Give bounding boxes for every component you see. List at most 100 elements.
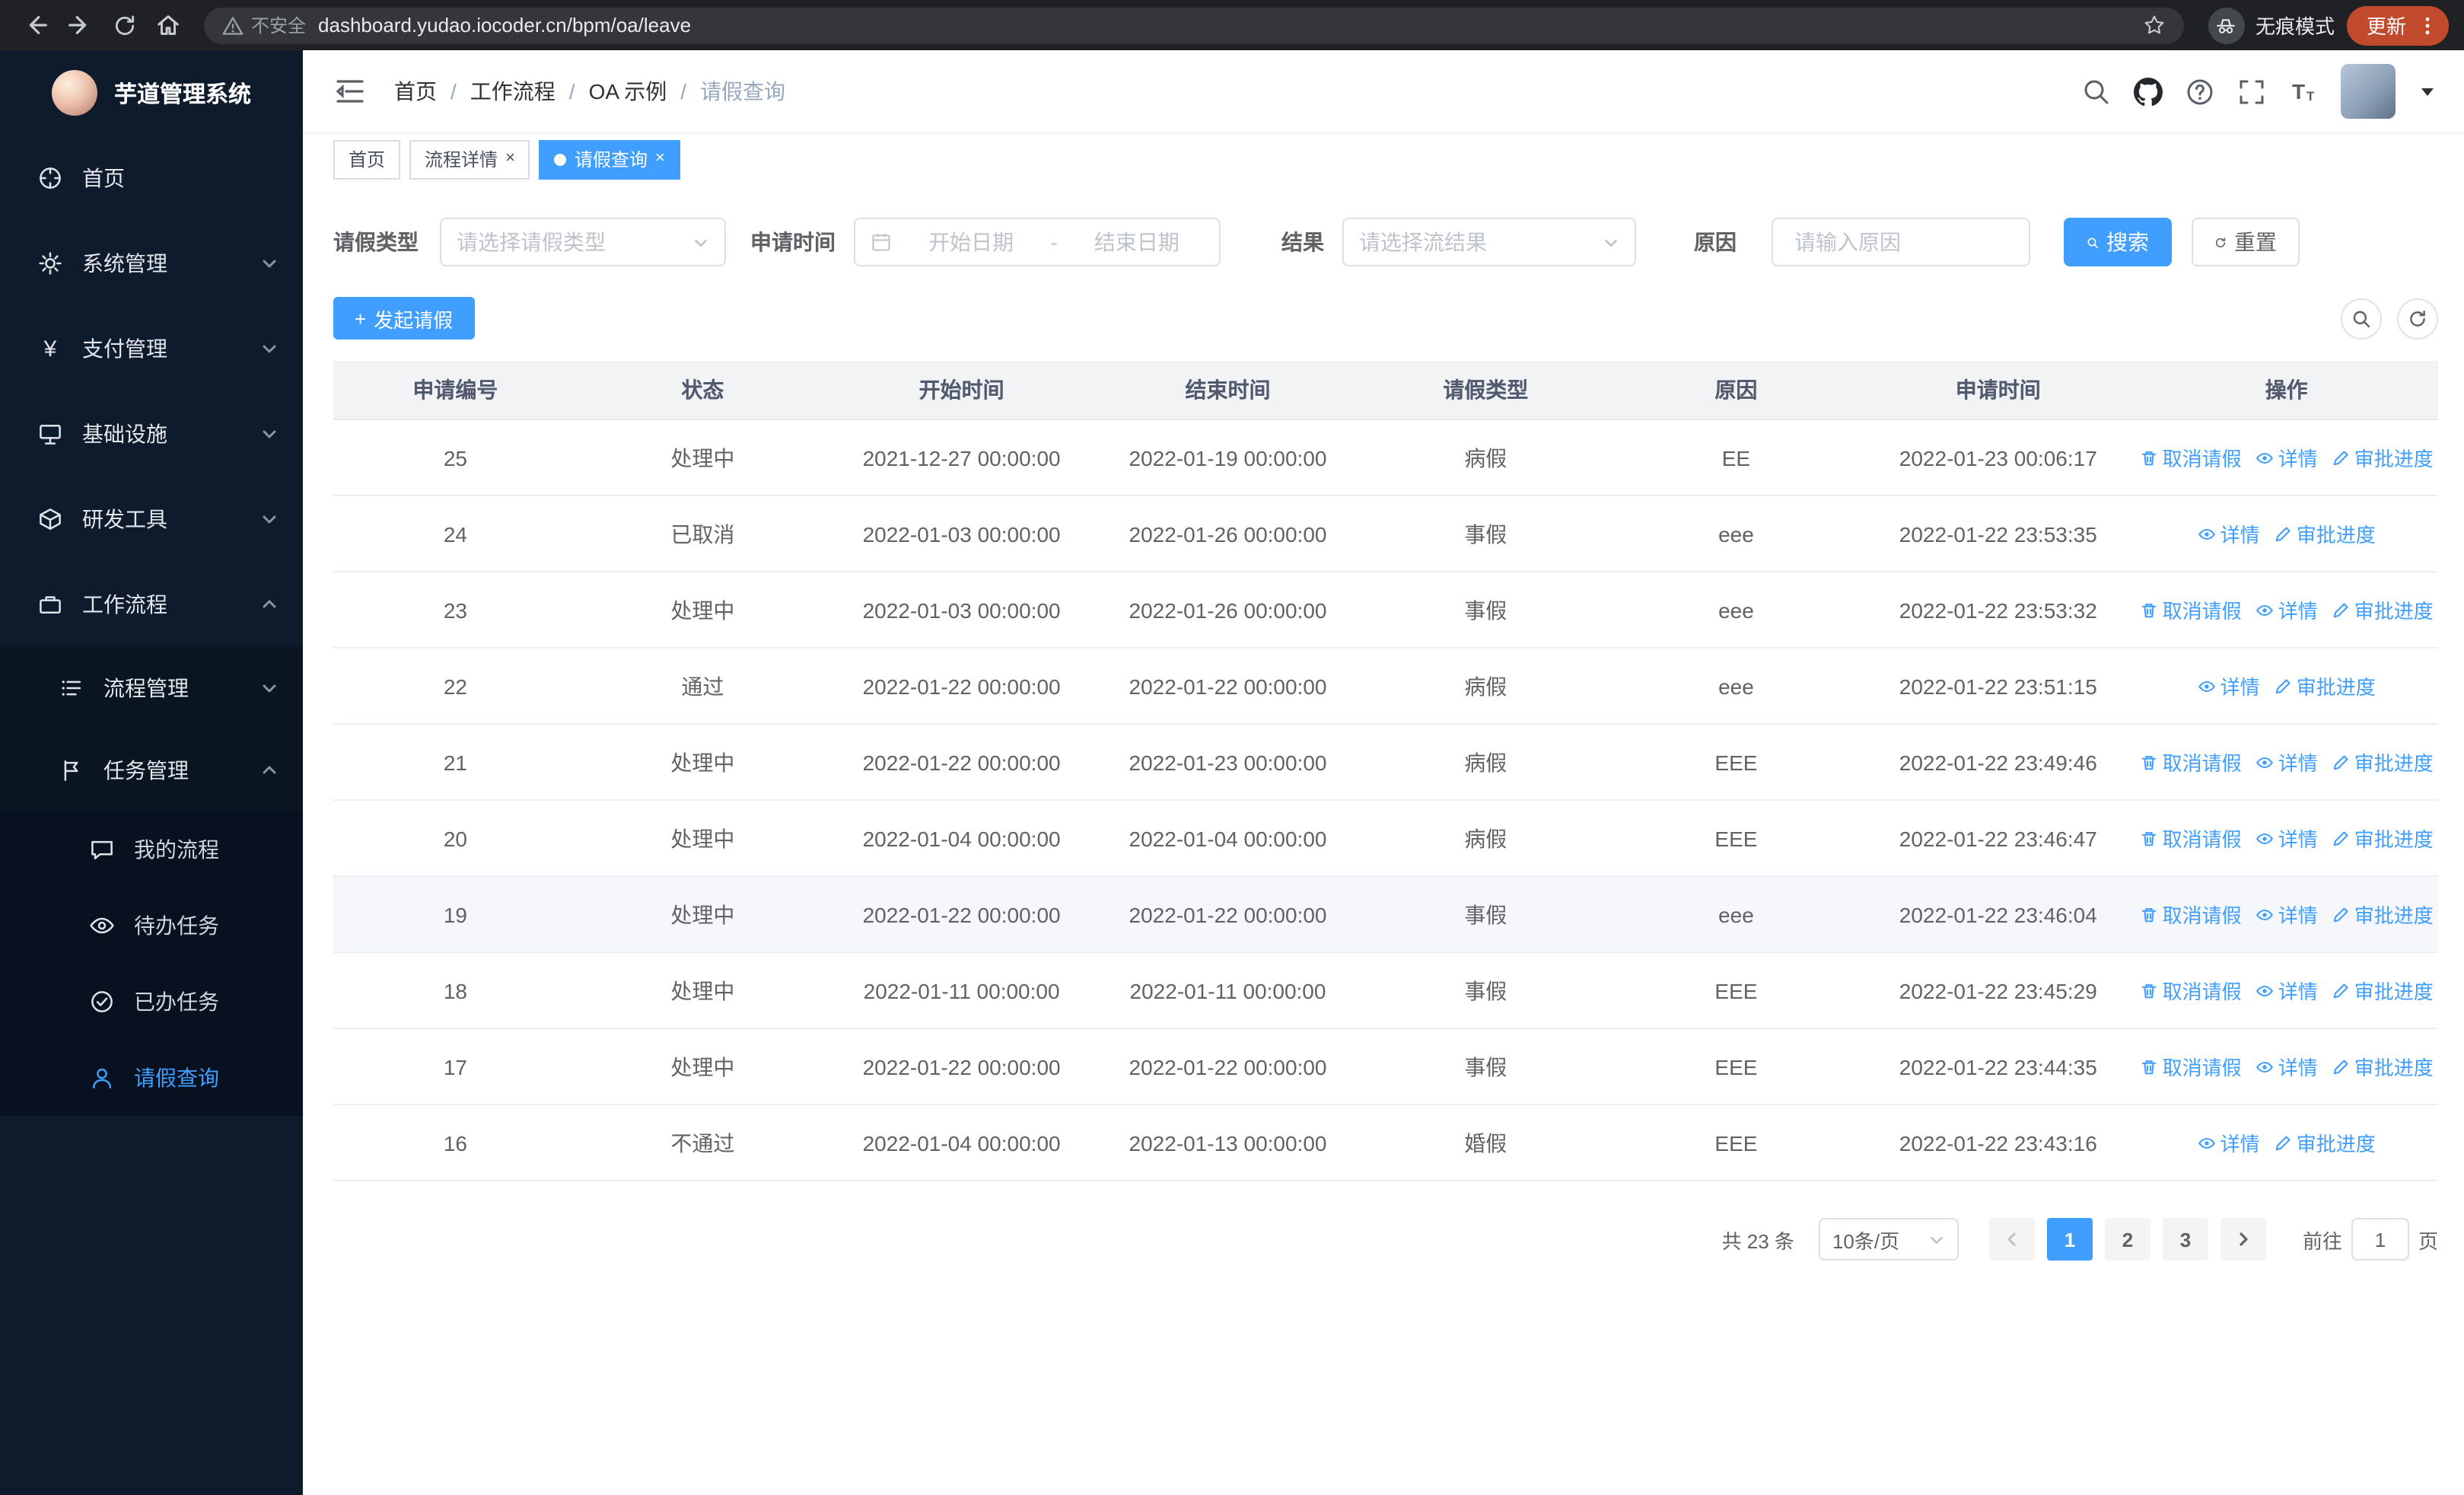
sidebar-item-infrastructure[interactable]: 基础设施 (0, 391, 303, 477)
audit-progress-link[interactable]: 审批进度 (2332, 1052, 2434, 1081)
reason-input[interactable] (1791, 228, 2010, 256)
sidebar-item-task-management[interactable]: 任务管理 (0, 729, 303, 811)
breadcrumb-item[interactable]: 首页 (394, 76, 437, 107)
table-cell: 2022-01-03 00:00:00 (862, 521, 1061, 546)
detail-link[interactable]: 详情 (2255, 1052, 2318, 1081)
kebab-menu-icon[interactable] (2417, 14, 2438, 36)
goto-page-input[interactable] (2351, 1218, 2409, 1261)
detail-link[interactable]: 详情 (2198, 1128, 2260, 1157)
delete-icon (2141, 755, 2156, 770)
user-menu-caret-icon[interactable] (2421, 88, 2434, 95)
detail-link[interactable]: 详情 (2198, 671, 2260, 700)
leave-type-select[interactable]: 请选择请假类型 (440, 218, 726, 266)
next-page-button[interactable] (2220, 1218, 2266, 1261)
audit-progress-link[interactable]: 审批进度 (2274, 1128, 2376, 1157)
forward-button[interactable] (59, 5, 100, 46)
user-avatar[interactable] (2341, 64, 2396, 119)
total-count: 共 23 条 (1721, 1229, 1794, 1252)
action-label: 审批进度 (2354, 904, 2434, 927)
refresh-icon (2215, 237, 2226, 247)
fullscreen-icon[interactable] (2237, 77, 2266, 106)
page-number-button[interactable]: 3 (2162, 1218, 2208, 1261)
sidebar-item-process-management[interactable]: 流程管理 (0, 647, 303, 729)
sidebar-item-done-tasks[interactable]: 已办任务 (0, 964, 303, 1040)
app-logo[interactable]: 芋道管理系统 (0, 50, 303, 135)
sidebar-item-system[interactable]: 系统管理 (0, 221, 303, 306)
audit-progress-link[interactable]: 审批进度 (2332, 443, 2434, 472)
font-size-icon[interactable]: TT (2289, 77, 2318, 106)
action-label: 取消请假 (2162, 448, 2242, 470)
cancel-leave-link[interactable]: 取消请假 (2140, 976, 2242, 1005)
audit-progress-link[interactable]: 审批进度 (2332, 595, 2434, 624)
back-button[interactable] (15, 5, 56, 46)
sidebar-item-my-processes[interactable]: 我的流程 (0, 811, 303, 888)
close-tab-icon[interactable]: × (505, 150, 515, 167)
search-icon[interactable] (2082, 77, 2111, 106)
view-icon (2198, 1136, 2215, 1149)
cancel-leave-link[interactable]: 取消请假 (2140, 748, 2242, 776)
detail-link[interactable]: 详情 (2255, 976, 2318, 1005)
tab-home[interactable]: 首页 (333, 139, 401, 179)
page-size-select[interactable]: 10条/页 (1818, 1218, 1959, 1261)
reload-button[interactable] (103, 5, 145, 46)
search-button[interactable]: 搜索 (2064, 218, 2172, 266)
column-header: 申请编号 (412, 378, 498, 402)
home-button[interactable] (148, 5, 189, 46)
security-indicator[interactable]: 不安全 (222, 12, 306, 38)
url-bar[interactable]: 不安全 dashboard.yudao.iocoder.cn/bpm/oa/le… (204, 7, 2184, 43)
detail-link[interactable]: 详情 (2255, 824, 2318, 853)
breadcrumb-item[interactable]: 工作流程 (470, 76, 556, 107)
cancel-leave-link[interactable]: 取消请假 (2140, 443, 2242, 472)
page-number-button[interactable]: 1 (2046, 1218, 2093, 1261)
result-label: 结果 (1281, 230, 1324, 254)
detail-link[interactable]: 详情 (2198, 519, 2260, 548)
cancel-leave-link[interactable]: 取消请假 (2140, 824, 2242, 853)
detail-link[interactable]: 详情 (2255, 443, 2318, 472)
sidebar-item-leave-query[interactable]: 请假查询 (0, 1040, 303, 1116)
cancel-leave-link[interactable]: 取消请假 (2140, 900, 2242, 929)
sidebar-item-workflow[interactable]: 工作流程 (0, 562, 303, 647)
table-toolbar: + 发起请假 (333, 297, 2438, 339)
table-cell: 25 (443, 445, 467, 470)
sidebar-item-todo-tasks[interactable]: 待办任务 (0, 888, 303, 964)
audit-progress-link[interactable]: 审批进度 (2332, 824, 2434, 853)
audit-progress-link[interactable]: 审批进度 (2274, 671, 2376, 700)
reset-button[interactable]: 重置 (2192, 218, 2300, 266)
sidebar-item-payment[interactable]: ¥ 支付管理 (0, 306, 303, 391)
create-leave-button[interactable]: + 发起请假 (333, 297, 475, 339)
table-cell: 已取消 (670, 521, 735, 546)
table-cell: 20 (443, 826, 467, 850)
detail-link[interactable]: 详情 (2255, 900, 2318, 929)
table-row: 19 处理中 2022-01-22 00:00:00 2022-01-22 00:00… (333, 877, 2438, 953)
tab-leave-query[interactable]: 请假查询 × (539, 139, 680, 179)
result-select[interactable]: 请选择流结果 (1342, 218, 1636, 266)
url-text[interactable]: dashboard.yudao.iocoder.cn/bpm/oa/leave (318, 14, 2131, 37)
cancel-leave-link[interactable]: 取消请假 (2140, 1052, 2242, 1081)
apply-time-range-picker[interactable]: 开始日期 - 结束日期 (854, 218, 1221, 266)
tab-process-detail[interactable]: 流程详情 × (409, 139, 530, 179)
audit-progress-link[interactable]: 审批进度 (2332, 976, 2434, 1005)
prev-page-button[interactable] (1988, 1218, 2035, 1261)
help-icon[interactable] (2185, 77, 2214, 106)
table-cell: 2022-01-22 00:00:00 (1129, 902, 1327, 926)
detail-link[interactable]: 详情 (2255, 595, 2318, 624)
browser-update-button[interactable]: 更新 (2346, 5, 2449, 45)
detail-link[interactable]: 详情 (2255, 748, 2318, 776)
sidebar-item-dev-tools[interactable]: 研发工具 (0, 477, 303, 562)
sidebar-item-home[interactable]: 首页 (0, 135, 303, 221)
audit-progress-link[interactable]: 审批进度 (2274, 519, 2376, 548)
collapse-sidebar-icon[interactable] (333, 75, 367, 108)
audit-progress-link[interactable]: 审批进度 (2332, 748, 2434, 776)
action-label: 详情 (2220, 524, 2260, 547)
cancel-leave-link[interactable]: 取消请假 (2140, 595, 2242, 624)
close-tab-icon[interactable]: × (655, 150, 665, 167)
breadcrumb-item[interactable]: OA 示例 (589, 76, 667, 107)
github-icon[interactable] (2134, 77, 2163, 106)
edit-icon (2275, 1135, 2291, 1150)
audit-progress-link[interactable]: 审批进度 (2332, 900, 2434, 929)
action-label: 取消请假 (2162, 600, 2242, 623)
toggle-search-button[interactable] (2341, 298, 2382, 339)
refresh-table-button[interactable] (2397, 298, 2438, 339)
page-number-button[interactable]: 2 (2104, 1218, 2150, 1261)
bookmark-star-icon[interactable] (2143, 14, 2166, 37)
